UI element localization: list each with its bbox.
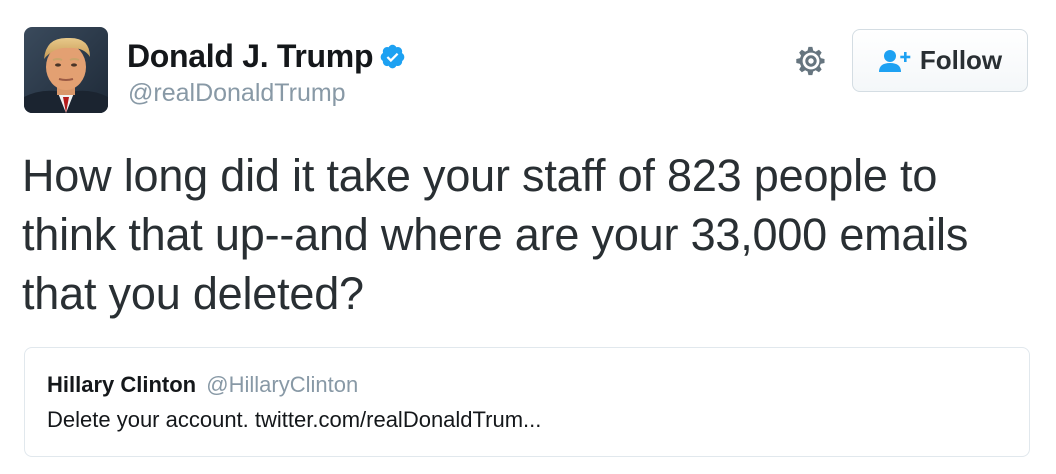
follow-button-label: Follow	[919, 45, 1003, 75]
tweet-card: Donald J. Trump @realDonaldTrump Follow …	[0, 0, 1056, 474]
follow-user-icon	[878, 49, 911, 72]
quoted-tweet-header: Hillary Clinton @HillaryClinton	[47, 372, 358, 398]
quoted-tweet-text: Delete your account. twitter.com/realDon…	[47, 407, 542, 432]
tweet-text: How long did it take your staff of 823 p…	[22, 150, 969, 319]
avatar[interactable]	[24, 27, 108, 113]
verified-badge-icon	[380, 44, 405, 69]
follow-button[interactable]: Follow	[852, 29, 1028, 92]
gear-icon[interactable]	[793, 43, 829, 79]
quoted-tweet-author-handle: @HillaryClinton	[206, 372, 359, 397]
author-name-row: Donald J. Trump	[127, 38, 406, 75]
author-handle[interactable]: @realDonaldTrump	[128, 79, 346, 108]
author-display-name[interactable]: Donald J. Trump	[127, 38, 374, 75]
quoted-tweet[interactable]: Hillary Clinton @HillaryClinton Delete y…	[24, 347, 1030, 457]
avatar-portrait-image	[24, 27, 108, 113]
quoted-tweet-author-name: Hillary Clinton	[47, 372, 197, 397]
